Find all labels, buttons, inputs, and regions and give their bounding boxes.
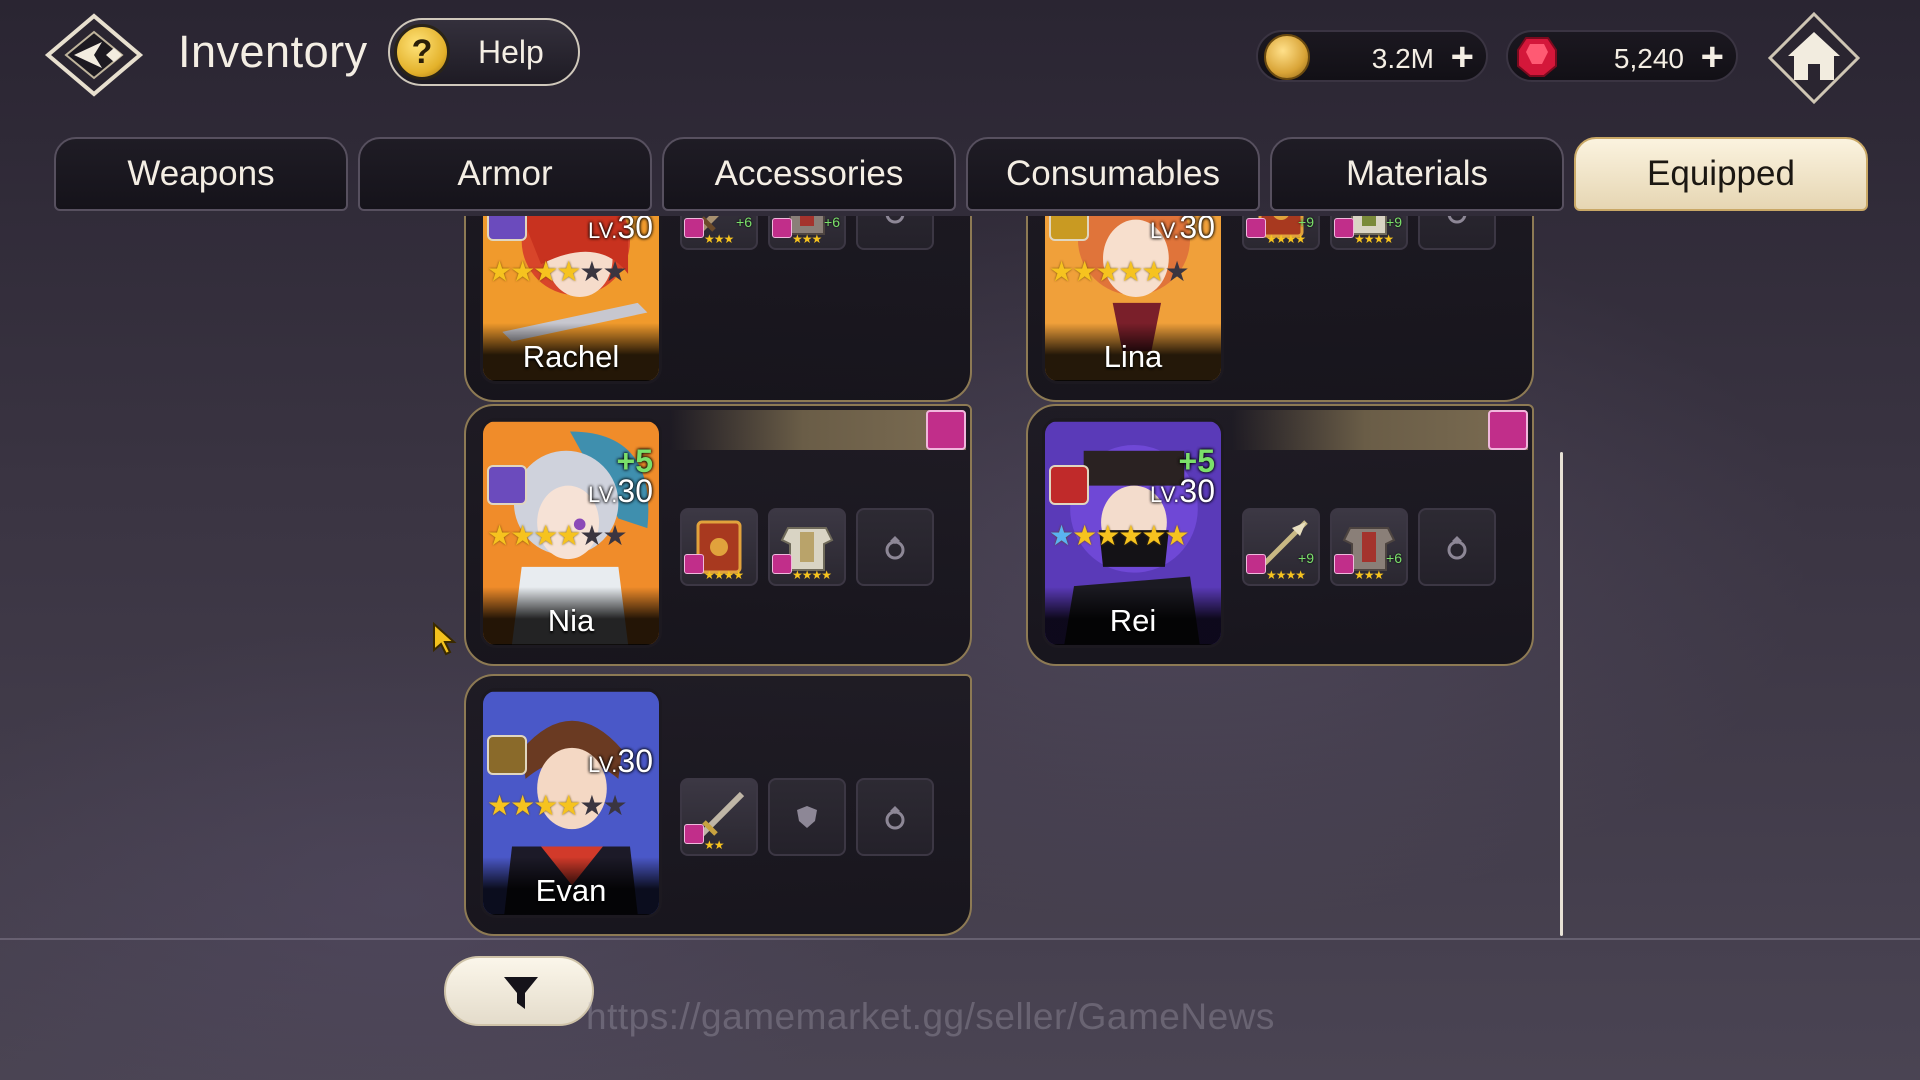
character-level: LV.30 [588, 473, 653, 509]
sword-class-icon [1049, 465, 1089, 505]
weapon-slot[interactable]: +9 ★★★★ [1242, 216, 1320, 250]
equipped-mark-icon [1334, 554, 1354, 574]
character-portrait[interactable]: LV.30 ★★★★★★ Evan [480, 688, 662, 918]
cross-class-icon [1049, 216, 1089, 241]
weapon-slot[interactable]: +9 ★★★★ [1242, 508, 1320, 586]
character-portrait[interactable]: +5 LV.30 ★★★★★★ Rei [1042, 418, 1224, 648]
character-level: LV.30 [588, 743, 653, 779]
character-name: Rei [1109, 603, 1157, 638]
star-rating: ★★★★★★ [487, 520, 628, 551]
weapon-slot[interactable]: ★★★★ [680, 508, 758, 586]
star-class-icon [487, 465, 527, 505]
equipped-mark-icon [1334, 218, 1354, 238]
armor-slot[interactable]: +6 ★★★ [1330, 508, 1408, 586]
equipped-mark-icon [772, 554, 792, 574]
tab-consumables[interactable]: Consumables [966, 137, 1260, 211]
star-rating: ★★★★★★ [487, 256, 628, 287]
weapon-slot[interactable]: +6 ★★★ [680, 216, 758, 250]
list-scrollbar[interactable] [1560, 452, 1563, 936]
tab-weapons[interactable]: Weapons [54, 137, 348, 211]
gold-currency: 3.2M + [1256, 30, 1488, 82]
weapon-slot[interactable]: ★★ [680, 778, 758, 856]
back-diamond-icon [44, 13, 144, 97]
tab-equipped[interactable]: Equipped [1574, 137, 1868, 211]
ruby-gem-icon [1517, 37, 1557, 77]
accessory-slot-empty[interactable] [1418, 216, 1496, 250]
tab-armor[interactable]: Armor [358, 137, 652, 211]
equipped-mark-icon [1246, 218, 1266, 238]
ring-icon [1447, 536, 1467, 560]
shield-class-icon [487, 735, 527, 775]
accessory-slot-empty[interactable] [856, 508, 934, 586]
star-rating: ★★★★★★ [487, 790, 628, 821]
equipped-mark-icon [1246, 554, 1266, 574]
question-icon: ? [394, 24, 450, 80]
star-class-icon [487, 216, 527, 241]
character-portrait[interactable]: +5 LV.30 ★★★★★★ Rachel [480, 216, 662, 384]
character-name: Evan [535, 873, 607, 908]
ring-icon [1447, 216, 1467, 224]
home-button[interactable] [1766, 10, 1862, 106]
equipped-mark-icon [684, 824, 704, 844]
character-card-lina[interactable]: +5 LV.30 ★★★★★★ Lina +9 ★★★★ +9 ★★★★ [1026, 216, 1534, 402]
armor-slot[interactable]: +6 ★★★ [768, 216, 846, 250]
character-card-rei[interactable]: +5 LV.30 ★★★★★★ Rei +9 ★★★★ +6 ★★★ [1026, 404, 1534, 666]
character-name: Nia [547, 603, 595, 638]
equipped-mark-icon [772, 218, 792, 238]
character-portrait[interactable]: +5 LV.30 ★★★★★★ Lina [1042, 216, 1224, 384]
home-icon [1767, 11, 1861, 105]
character-name: Lina [1103, 339, 1163, 374]
ring-icon [885, 536, 905, 560]
equipped-flag-icon [1488, 410, 1528, 450]
add-gold-button[interactable]: + [1451, 35, 1474, 79]
armor-slot[interactable]: ★★★★ [768, 508, 846, 586]
accessory-slot-empty[interactable] [1418, 508, 1496, 586]
help-label: Help [478, 34, 544, 70]
character-card-rachel[interactable]: +5 LV.30 ★★★★★★ Rachel +6 ★★★ +6 ★★★ [464, 216, 972, 402]
star-rating: ★★★★★★ [1049, 520, 1190, 551]
equipped-list[interactable]: +5 LV.30 ★★★★★★ Rachel +6 ★★★ +6 ★★★ [430, 216, 1570, 940]
character-level: LV.30 [1150, 473, 1215, 509]
tab-accessories[interactable]: Accessories [662, 137, 956, 211]
watermark-text: https://gamemarket.gg/seller/GameNews [586, 996, 1275, 1037]
accessory-slot-empty[interactable] [856, 216, 934, 250]
armor-slot-empty[interactable] [768, 778, 846, 856]
gem-amount: 5,240 [1613, 43, 1684, 74]
character-name: Rachel [522, 339, 620, 374]
tab-materials[interactable]: Materials [1270, 137, 1564, 211]
bottom-divider [0, 938, 1920, 940]
equipped-flag-icon [926, 410, 966, 450]
star-rating: ★★★★★★ [1049, 256, 1190, 287]
shield-icon [797, 806, 817, 828]
character-card-nia[interactable]: +5 LV.30 ★★★★★★ Nia ★★★★ ★★★★ [464, 404, 972, 666]
filter-button[interactable] [444, 956, 594, 1026]
add-gem-button[interactable]: + [1701, 35, 1724, 79]
character-level: LV.30 [588, 216, 653, 245]
filter-funnel-icon [504, 977, 538, 1009]
ring-icon [885, 806, 905, 830]
equipped-mark-icon [684, 554, 704, 574]
gold-amount: 3.2M [1371, 43, 1434, 74]
character-portrait[interactable]: +5 LV.30 ★★★★★★ Nia [480, 418, 662, 648]
gem-currency: 5,240 + [1506, 30, 1738, 82]
character-level: LV.30 [1150, 216, 1215, 245]
armor-slot[interactable]: +9 ★★★★ [1330, 216, 1408, 250]
category-tabs: Weapons Armor Accessories Consumables Ma… [54, 137, 1874, 211]
help-button[interactable]: ? Help [388, 18, 580, 86]
back-button[interactable] [44, 12, 144, 98]
page-title: Inventory [178, 26, 368, 77]
gold-coin-icon [1264, 34, 1310, 80]
ring-icon [885, 216, 905, 224]
mouse-cursor-icon [433, 622, 457, 656]
equipped-mark-icon [684, 218, 704, 238]
accessory-slot-empty[interactable] [856, 778, 934, 856]
character-card-evan[interactable]: LV.30 ★★★★★★ Evan ★★ [464, 674, 972, 936]
